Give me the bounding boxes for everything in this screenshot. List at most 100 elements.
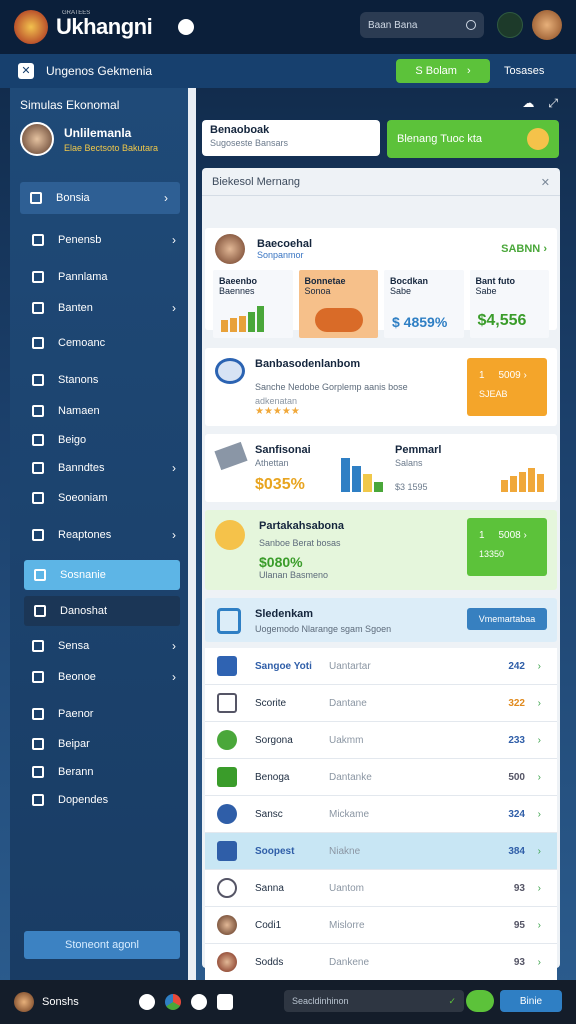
offer-line: adkenatan xyxy=(255,396,298,406)
sidebar-item[interactable]: Banndtes › xyxy=(10,454,188,482)
toggle-button[interactable] xyxy=(466,990,494,1012)
expand-icon[interactable]: ⤢ xyxy=(548,96,558,111)
user-avatar[interactable] xyxy=(532,10,562,40)
list-item[interactable]: Sanna Uantom 93 › xyxy=(205,870,557,907)
sidebar-item[interactable]: Namaen xyxy=(10,395,188,426)
promo-section[interactable]: Partakahsabona Sanboe Berat bosas $080% … xyxy=(205,510,557,590)
list-item[interactable]: Sansc Mickame 324 › xyxy=(205,796,557,833)
offer-box-b: 5009 xyxy=(498,370,521,381)
primary-action-button[interactable]: S Bolam › xyxy=(396,59,490,83)
list-item[interactable]: Scorite Dantane 322 › xyxy=(205,685,557,722)
color-icon[interactable] xyxy=(164,994,181,1010)
list-item[interactable]: Benoga Dantanke 500 › xyxy=(205,759,557,796)
stats-section: Sanfisonai Athettan $035% Pemmarl Salans… xyxy=(205,434,557,502)
sidebar-item-label: Sensa xyxy=(58,639,90,652)
sidebar-item[interactable]: Soeoniam xyxy=(10,482,188,513)
info-card[interactable]: Benaoboak Sugoseste Bansars xyxy=(202,120,380,156)
chevron-right-icon: › xyxy=(172,638,176,653)
sidebar-item[interactable]: Sensa › xyxy=(10,630,188,661)
promo-action-button[interactable]: 1 5008 › 13350 xyxy=(467,518,547,576)
chat-icon[interactable] xyxy=(178,19,195,35)
sidebar-item[interactable]: Cemoanc xyxy=(10,327,188,358)
sidebar-item[interactable]: Berann xyxy=(10,758,188,786)
tile-sub: Sonoa xyxy=(304,286,331,296)
row-status: Uantom xyxy=(329,882,365,894)
clipboard-icon[interactable] xyxy=(216,994,233,1010)
list-sub: Uogemodo Nlarange sgam Sgoen xyxy=(255,624,392,634)
sidebar-footer-button[interactable]: Stoneont agonl xyxy=(24,931,180,959)
refresh-icon[interactable] xyxy=(190,994,207,1010)
stat-tile[interactable]: Baeenbo Baennes xyxy=(213,270,293,338)
sidebar-item[interactable]: Paenor xyxy=(10,698,188,729)
sidebar-item[interactable]: Beigo xyxy=(10,426,188,454)
search-clear-icon[interactable] xyxy=(466,20,476,30)
tile-title: Baeenbo xyxy=(219,276,258,286)
list-item[interactable]: Sodds Dankene 93 › xyxy=(205,944,557,981)
tile-title: Bant futo xyxy=(475,276,516,286)
sidebar-item-label: Namaen xyxy=(58,404,100,417)
offer-section[interactable]: Banbasodenlanbom Sanche Nedobe Gorplemp … xyxy=(205,348,557,426)
grid-icon xyxy=(34,605,46,617)
sidebar-item[interactable]: Beipar xyxy=(10,729,188,758)
sidebar-item-label: Soeoniam xyxy=(58,491,108,504)
top-search[interactable]: Baan Bana xyxy=(360,12,484,38)
row-status: Niakne xyxy=(329,845,361,857)
sidebar-item[interactable]: Dopendes xyxy=(10,786,188,814)
chevron-right-icon: › xyxy=(537,771,541,783)
promo-box-c: 13350 xyxy=(479,549,505,559)
profile-sub: Elae Bectsoto Bakutara xyxy=(64,142,159,153)
list-item[interactable]: Sangoe Yoti Uantartar 242 › xyxy=(205,648,557,685)
chevron-right-icon: › xyxy=(172,232,176,247)
info-icon xyxy=(32,528,44,541)
coin-icon xyxy=(527,128,549,150)
list-item[interactable]: Sorgona Uakmm 233 › xyxy=(205,722,557,759)
stats-value: $035% xyxy=(255,476,305,493)
sidebar-item[interactable]: Bonsia › xyxy=(20,182,180,214)
bank-icon xyxy=(32,707,44,720)
avatar xyxy=(217,952,237,972)
sidebar-menu: Bonsia › Penensb › Pannlama Banten › Cemoan… xyxy=(10,182,188,814)
summary-avatar xyxy=(215,234,245,264)
offer-action-button[interactable]: 1 5009 › SJEAB xyxy=(467,358,547,416)
list-item-selected[interactable]: Soopest Niakne 384 › xyxy=(205,833,557,870)
footer-button[interactable]: Binie xyxy=(500,990,562,1012)
tile-title: Bocdkan xyxy=(390,276,429,286)
sidebar-item[interactable]: Beonoe › xyxy=(10,661,188,692)
list-action-button[interactable]: Vmemartabaa xyxy=(467,608,547,630)
sidebar-item[interactable]: Penensb › xyxy=(10,224,188,255)
stat-tile[interactable]: Bonnetae Sonoa xyxy=(298,270,378,338)
cloud-icon[interactable]: ☁ xyxy=(522,96,534,111)
sidebar-title: Simulas Ekonomal xyxy=(20,98,120,112)
sidebar-item[interactable]: Danoshat xyxy=(24,596,180,626)
row-status: Mickame xyxy=(329,808,370,820)
sidebar-item[interactable]: Stanons xyxy=(10,364,188,395)
list-title: Sledenkam xyxy=(255,608,314,620)
profile[interactable]: Unlilemanla Elae Bectsoto Bakutara xyxy=(10,116,188,162)
divider xyxy=(188,88,196,980)
chevron-right-icon: › xyxy=(537,734,541,746)
stat-tile[interactable]: Bant futo Sabe $4,556 xyxy=(469,270,549,338)
footer-search[interactable]: Seacldinhinon ✓ xyxy=(284,990,464,1012)
notification-icon[interactable] xyxy=(497,12,523,38)
green-card[interactable]: Blenang Tuoc kta xyxy=(387,120,559,158)
sidebar-item[interactable]: Banten › xyxy=(10,292,188,323)
sidebar-item[interactable]: Pannlama xyxy=(10,261,188,292)
sidebar-item[interactable]: Reaptones › xyxy=(10,519,188,550)
close-icon[interactable]: ✕ xyxy=(541,176,550,189)
promo-line: Sanboe Berat bosas xyxy=(259,538,341,548)
tools-icon xyxy=(217,841,237,861)
sidebar-item-selected[interactable]: Sosnanie xyxy=(24,560,180,590)
settings-icon[interactable] xyxy=(138,994,155,1010)
check-icon: ✓ xyxy=(448,995,456,1006)
stat-tile[interactable]: Bocdkan Sabe $ 4859% xyxy=(384,270,464,338)
close-icon[interactable]: ✕ xyxy=(18,63,34,79)
avatar xyxy=(217,915,237,935)
summary-sub: Sonpanmor xyxy=(257,250,304,260)
sub-bar-right[interactable]: Tosases xyxy=(504,65,544,77)
brand-title: Ukhangni xyxy=(56,14,153,39)
green-card-label: Blenang Tuoc kta xyxy=(397,133,483,145)
list-item[interactable]: Codi1 Mislorre 95 › xyxy=(205,907,557,944)
summary-link[interactable]: SABNN › xyxy=(501,243,547,255)
avatar[interactable] xyxy=(14,992,34,1012)
row-value: 233 xyxy=(508,734,525,746)
